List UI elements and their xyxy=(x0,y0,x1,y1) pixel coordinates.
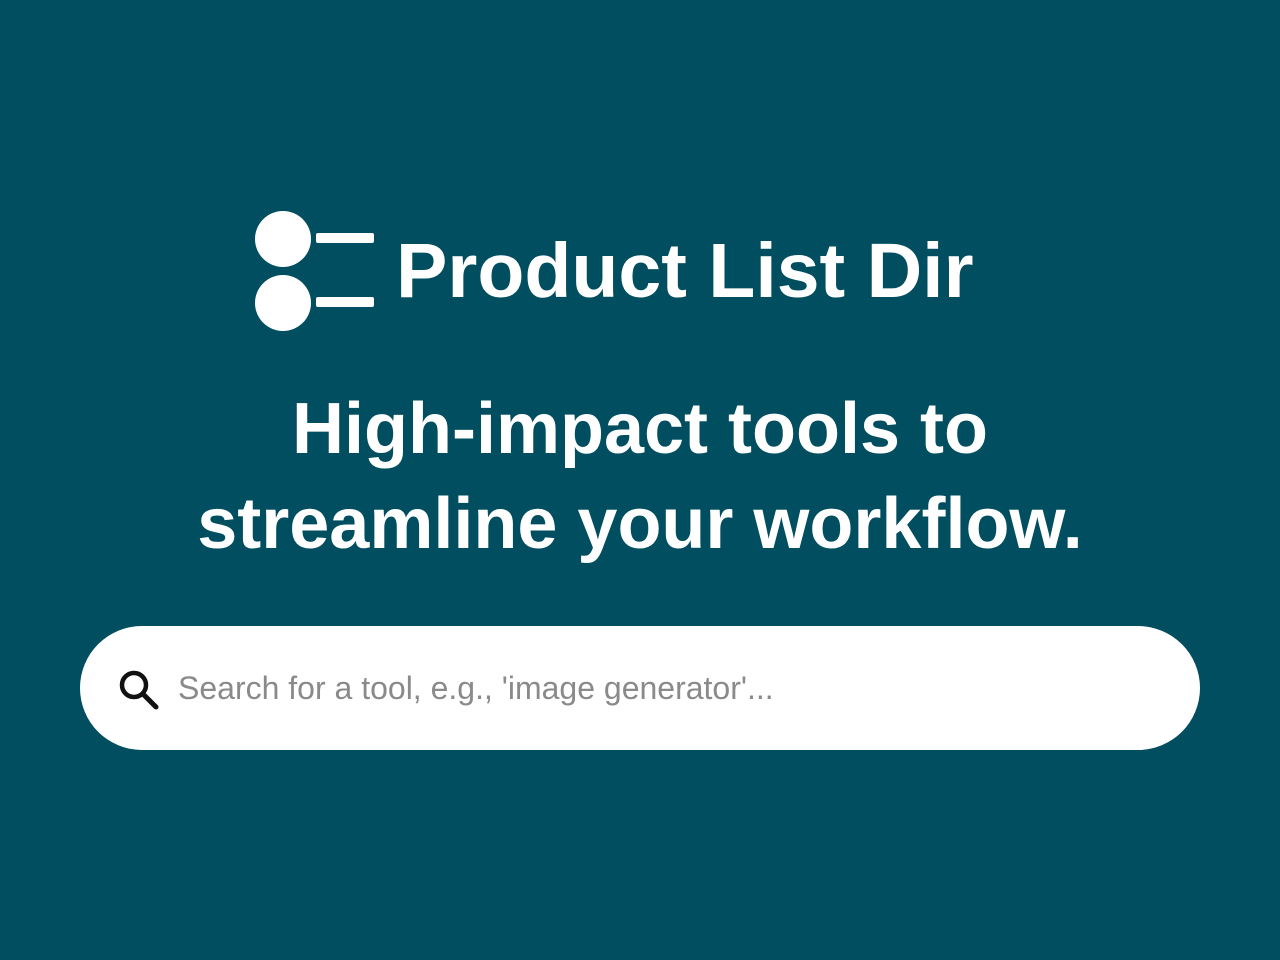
landing-page: Product List Dir High-impact tools to st… xyxy=(0,0,1280,960)
hero-headline: High-impact tools to streamline your wor… xyxy=(0,382,1280,572)
list-icon xyxy=(255,211,374,331)
search-icon[interactable] xyxy=(118,669,160,711)
brand-name: Product List Dir xyxy=(396,227,974,314)
brand-logo[interactable]: Product List Dir xyxy=(254,210,974,332)
headline-line-2: streamline your workflow. xyxy=(197,484,1083,564)
search-input[interactable] xyxy=(178,656,1138,720)
headline-line-1: High-impact tools to xyxy=(292,389,988,469)
